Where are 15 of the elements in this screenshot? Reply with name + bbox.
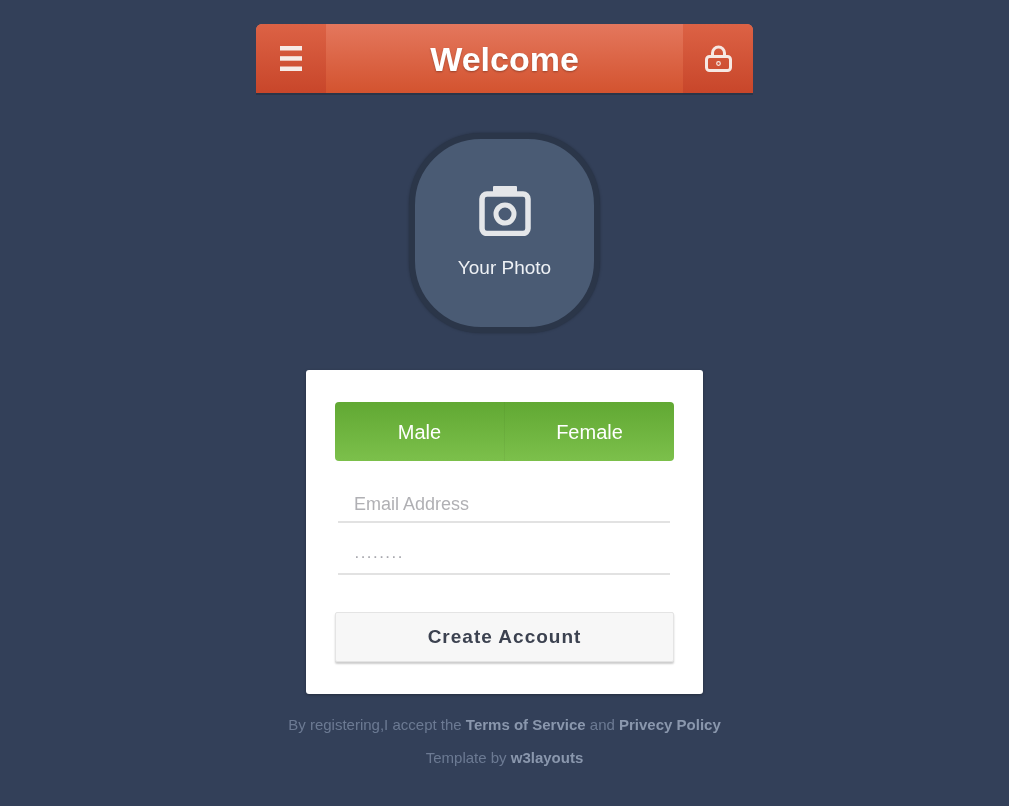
camera-icon — [478, 185, 531, 236]
policy-link[interactable]: Terms of Service — [465, 716, 586, 733]
credit-text: Template by w3layouts — [425, 748, 584, 768]
page-title: Welcome — [430, 41, 579, 76]
terms-text: By registering,I accept the Terms of Service and Privecy Policy — [288, 715, 721, 735]
menu-button[interactable] — [256, 24, 326, 93]
lock-icon — [704, 45, 732, 72]
create-account-button[interactable]: Create Account — [335, 612, 674, 662]
lock-button[interactable] — [683, 24, 753, 93]
author-link[interactable]: w3layouts — [510, 749, 584, 766]
menu-icon — [280, 46, 302, 71]
policy-link[interactable]: Privecy Policy — [619, 716, 721, 733]
gender-option-button[interactable]: Male — [335, 402, 505, 461]
photo-upload-button[interactable]: Your Photo — [409, 133, 600, 333]
gender-option-button[interactable]: Female — [505, 402, 674, 461]
